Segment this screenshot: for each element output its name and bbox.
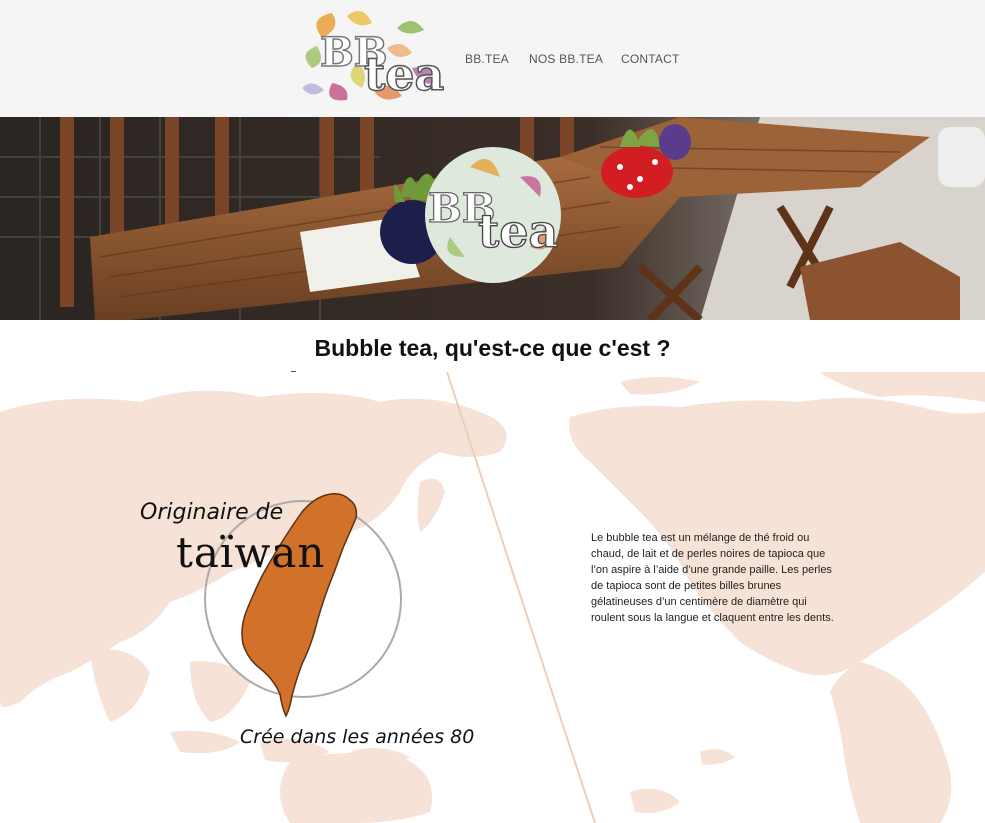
svg-text:tea: tea xyxy=(478,204,558,258)
site-logo[interactable]: BB tea xyxy=(302,8,445,106)
taiwan-illustration xyxy=(204,493,402,718)
section-heading: Bubble tea, qu'est-ce que c'est ? xyxy=(0,335,985,362)
description-text: Le bubble tea est un mélange de thé froi… xyxy=(591,532,834,624)
nav-link-bbtea[interactable]: BB.TEA xyxy=(465,52,509,66)
hero-banner: BB tea xyxy=(0,117,985,320)
nav-link-nos-bbtea[interactable]: NOS BB.TEA xyxy=(529,52,603,66)
svg-text:tea: tea xyxy=(364,47,444,101)
site-header: BB tea BB.TEA NOS BB.TEA CONTACT xyxy=(0,0,985,117)
created-label: Crée dans les années 80 xyxy=(240,726,475,748)
world-map-section xyxy=(0,372,985,823)
origin-country: taïwan xyxy=(176,528,326,577)
page-title: Bubble tea, qu'est-ce que c'est ? xyxy=(314,335,671,361)
origin-label: Originaire de xyxy=(140,500,284,525)
logo-graphic: BB tea xyxy=(302,10,445,102)
hero-photo: BB tea xyxy=(0,117,985,320)
nav-link-contact[interactable]: CONTACT xyxy=(621,52,680,66)
